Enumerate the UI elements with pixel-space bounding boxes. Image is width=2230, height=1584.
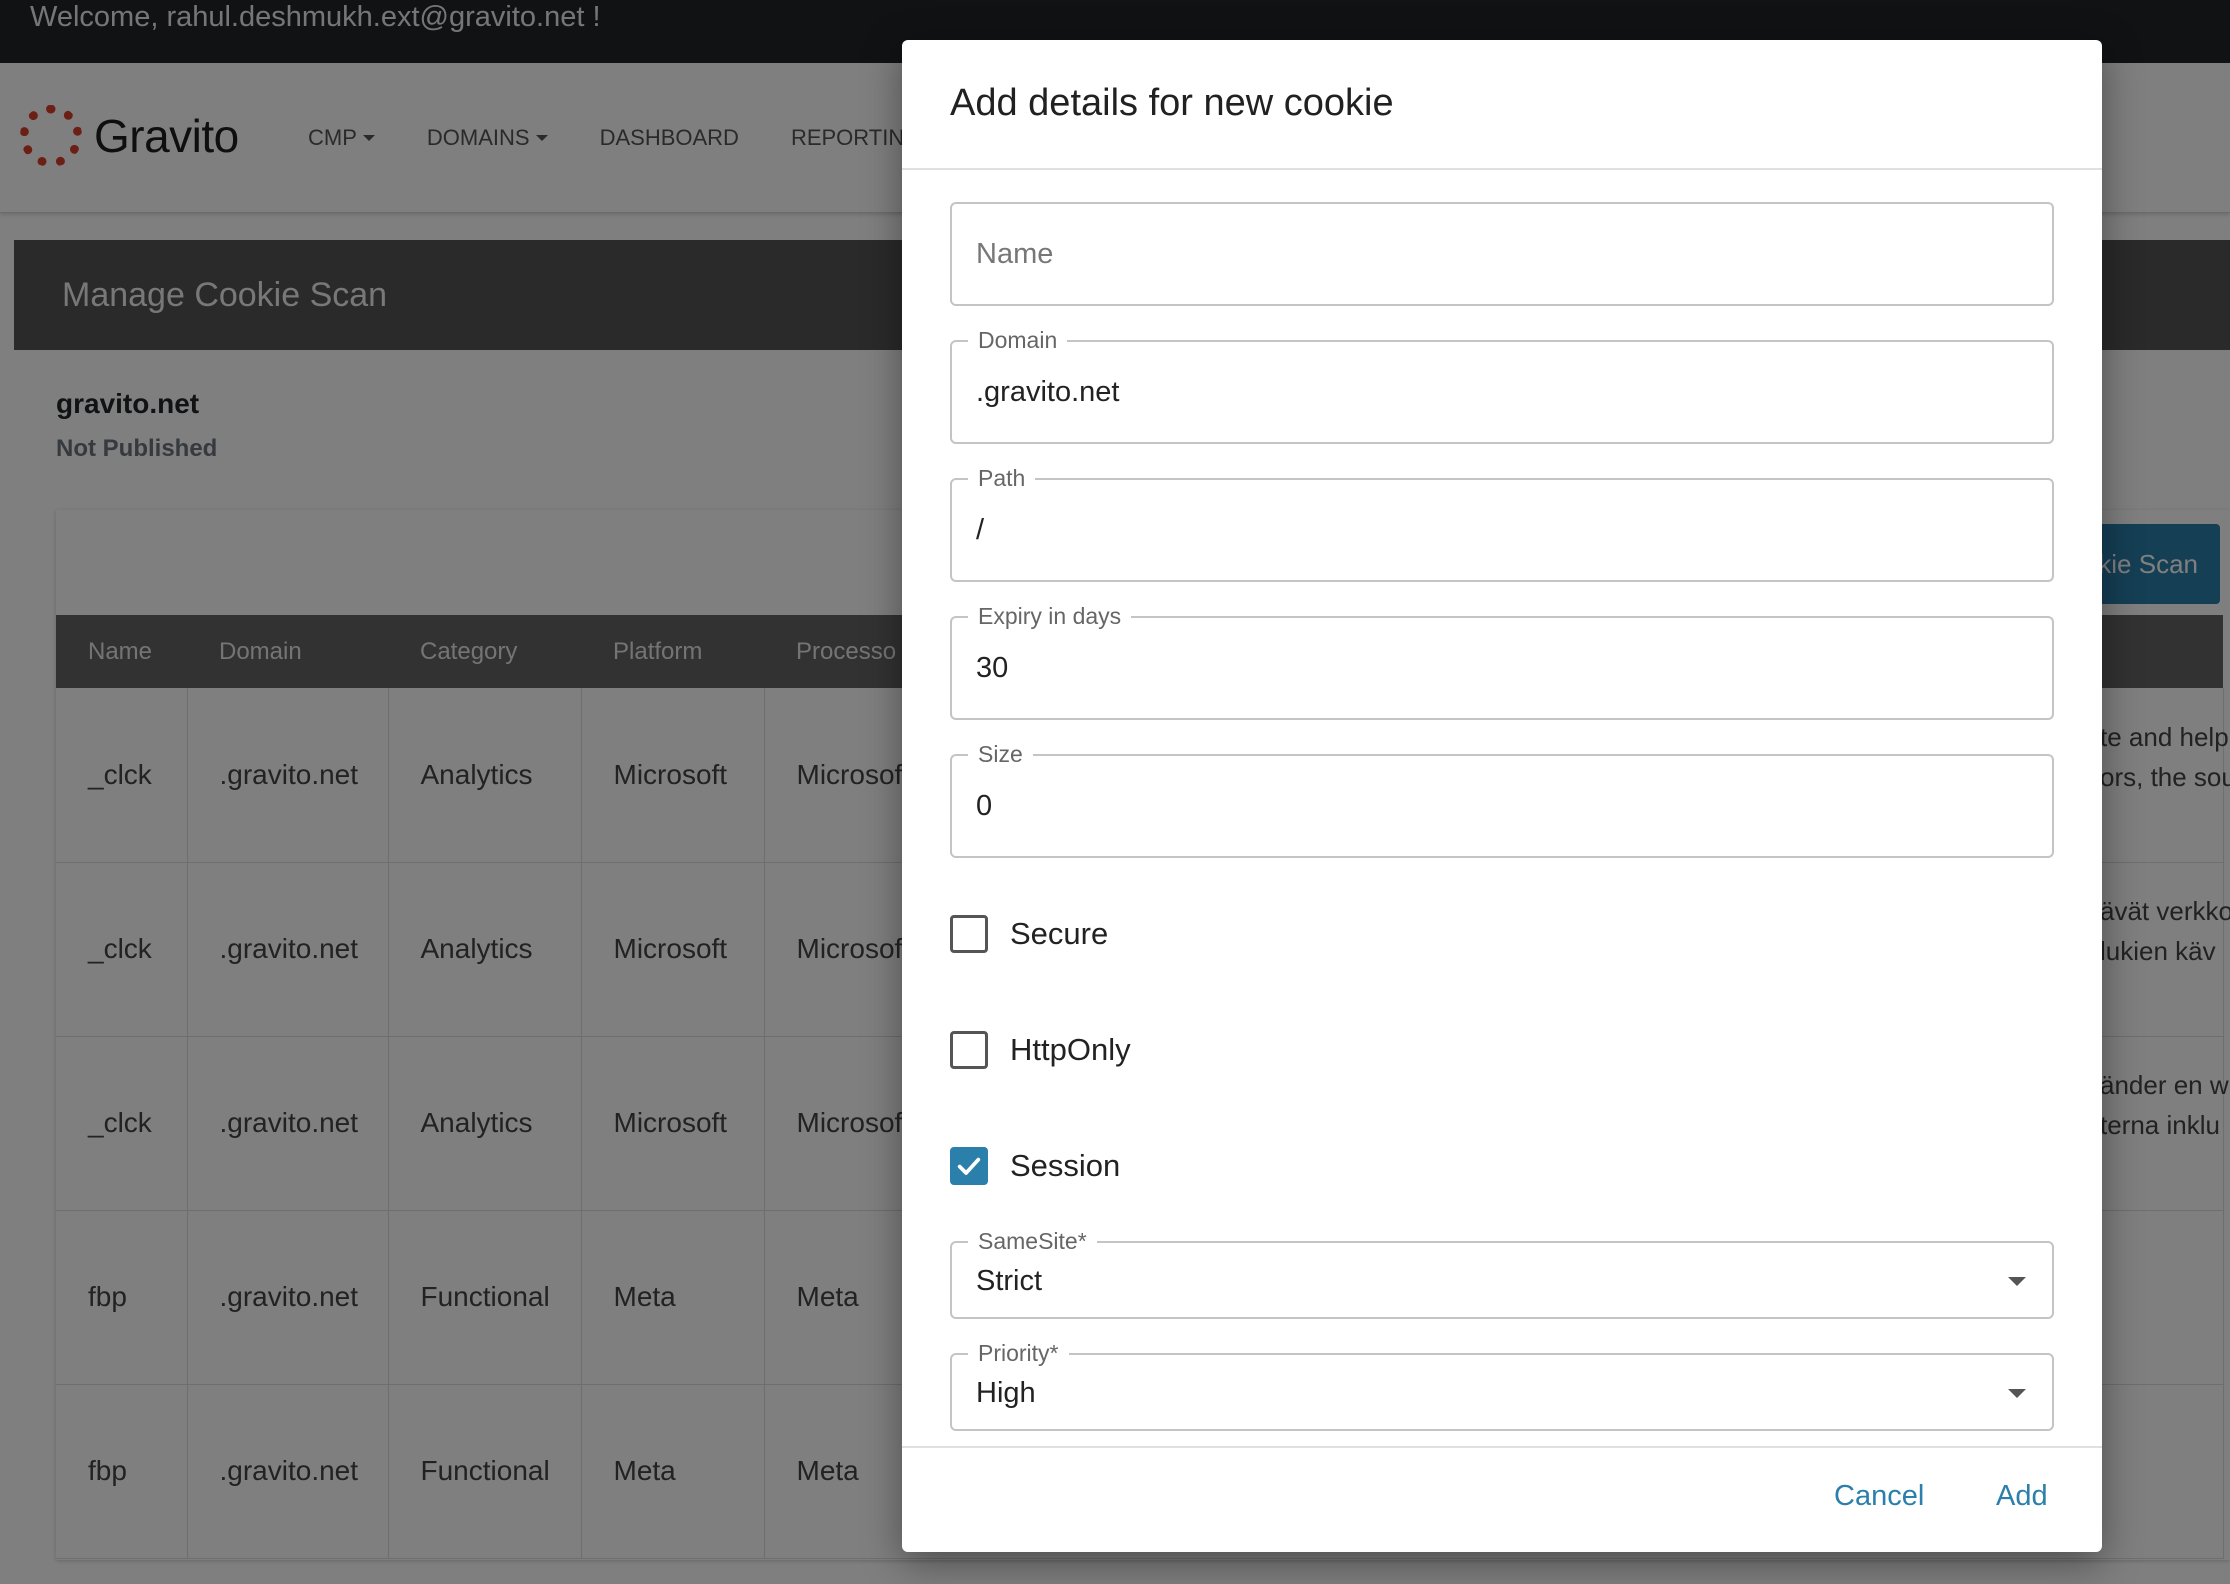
dropdown-arrow-icon [2008, 1389, 2026, 1398]
add-button[interactable]: Add [1996, 1480, 2048, 1513]
secure-label: Secure [1010, 916, 1109, 951]
divider [902, 1446, 2102, 1448]
domain-label: Domain [968, 325, 1068, 355]
httponly-label: HttpOnly [1010, 1032, 1131, 1067]
session-checkbox[interactable] [950, 1147, 988, 1185]
samesite-value: Strict [976, 1265, 1043, 1297]
divider [902, 168, 2102, 170]
httponly-checkbox-row[interactable]: HttpOnly [950, 1031, 1131, 1069]
domain-input[interactable] [976, 368, 2016, 416]
session-checkbox-row[interactable]: Session [950, 1147, 1120, 1185]
expiry-input[interactable] [976, 644, 2016, 692]
expiry-field[interactable]: Expiry in days [950, 601, 2054, 720]
cancel-button[interactable]: Cancel [1834, 1480, 1924, 1513]
dialog-title: Add details for new cookie [950, 82, 1394, 124]
name-field[interactable] [950, 202, 2054, 306]
add-cookie-dialog: Add details for new cookie Domain Path E… [902, 40, 2102, 1552]
domain-field[interactable]: Domain [950, 325, 2054, 444]
size-label: Size [968, 739, 1033, 769]
samesite-select[interactable]: SameSite* Strict [950, 1226, 2054, 1319]
size-input[interactable] [976, 782, 2016, 830]
name-input[interactable] [976, 230, 2016, 278]
expiry-label: Expiry in days [968, 601, 1132, 631]
httponly-checkbox[interactable] [950, 1031, 988, 1069]
path-label: Path [968, 463, 1036, 493]
path-input[interactable] [976, 506, 2016, 554]
priority-value: High [976, 1377, 1036, 1409]
secure-checkbox-row[interactable]: Secure [950, 915, 1108, 953]
dropdown-arrow-icon [2008, 1277, 2026, 1286]
session-label: Session [1010, 1148, 1121, 1183]
path-field[interactable]: Path [950, 463, 2054, 582]
samesite-label: SameSite* [968, 1226, 1097, 1256]
priority-label: Priority* [968, 1338, 1069, 1368]
secure-checkbox[interactable] [950, 915, 988, 953]
checkmark-icon [957, 1157, 981, 1175]
priority-select[interactable]: Priority* High [950, 1338, 2054, 1431]
size-field[interactable]: Size [950, 739, 2054, 858]
